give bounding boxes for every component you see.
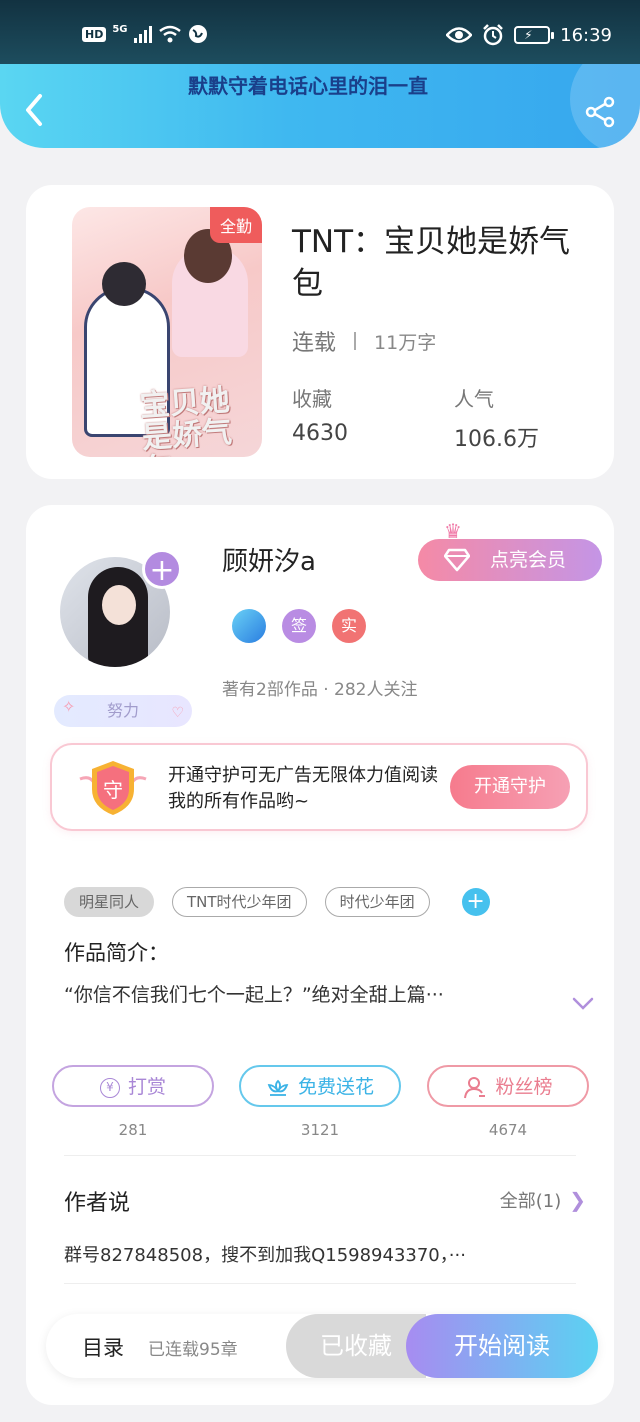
fans-count: 4674 (488, 1121, 528, 1139)
user-icon (464, 1076, 486, 1098)
chevron-down-icon[interactable] (572, 997, 594, 1011)
alarm-icon (483, 24, 504, 46)
book-cover[interactable]: 宝贝她是娇气包 全勤 (72, 207, 262, 457)
author-says-text: 群号827848508，搜不到加我Q1598943370，··· (64, 1245, 466, 1266)
top-nav-bar: 默默守着电话心里的泪一直 (0, 64, 640, 148)
book-title: TNT：宝贝她是娇气包 (292, 224, 571, 302)
author-card: + 努力 顾妍汐a ♛ 点亮会员 签 实 著有2部作品 · 282人关注 守 开… (26, 505, 614, 1405)
globe-icon (188, 25, 207, 43)
divider (64, 1283, 576, 1284)
add-tag-button[interactable]: + (461, 888, 490, 916)
divider (64, 1155, 576, 1156)
fans-label: 粉丝榜 (495, 1076, 553, 1098)
hd-icon: HD (82, 26, 107, 42)
yen-icon: ¥ (99, 1077, 120, 1098)
all-label: 全部(1) (499, 1191, 562, 1212)
toc-button[interactable]: 目录 (82, 1332, 124, 1362)
eye-icon (446, 27, 473, 43)
status-right: ⚡ 16:39 (446, 24, 612, 46)
tag-chip[interactable]: TNT时代少年团 (172, 887, 307, 917)
author-badges: 签 实 (232, 609, 366, 643)
chevron-right-icon: ❯ (569, 1188, 586, 1212)
flower-icon (267, 1079, 289, 1096)
popularity-label: 人气 (454, 387, 494, 411)
serial-status: 连载 (292, 331, 337, 356)
battery-icon: ⚡ (514, 26, 555, 44)
guard-promo: 守 开通守护可无广告无限体力值阅读我的所有作品哟~ 开通守护 (50, 743, 588, 831)
vip-button[interactable]: 点亮会员 (418, 539, 602, 581)
tip-label: 打赏 (127, 1076, 166, 1098)
intro-label: 作品简介： (64, 941, 169, 965)
tip-button[interactable]: ¥ 打赏 (52, 1065, 214, 1107)
guard-description: 开通守护可无广告无限体力值阅读我的所有作品哟~ (168, 765, 438, 812)
level-badge-icon (232, 609, 266, 643)
intro-text: “你信不信我们七个一起上？”绝对全甜上篇··· (64, 984, 444, 1006)
chapter-count: 已连载95章 (148, 1340, 238, 1360)
marquee-title: 默默守着电话心里的泪一直 (188, 74, 428, 98)
verified-badge: 实 (332, 609, 366, 643)
follow-plus-button[interactable]: + (142, 549, 182, 589)
full-attendance-tag: 全勤 (209, 207, 262, 243)
guard-shield-icon: 守 (79, 761, 147, 815)
diamond-icon (444, 548, 470, 572)
tag-chip[interactable]: 明星同人 (64, 887, 155, 917)
tip-count: 281 (118, 1121, 148, 1139)
meta-divider (354, 332, 357, 350)
signed-badge: 签 (282, 609, 316, 643)
bottom-action-bar: 目录 已连载95章 已收藏 开始阅读 (46, 1314, 598, 1378)
book-info-card: 宝贝她是娇气包 全勤 TNT：宝贝她是娇气包 连载 11万字 收藏 4630 人… (26, 185, 614, 479)
fan-rank-button[interactable]: 粉丝榜 (427, 1065, 589, 1107)
word-count: 11万字 (374, 331, 437, 354)
wifi-icon (158, 25, 181, 43)
cover-figure (102, 262, 146, 306)
cover-title: 宝贝她是娇气包 (138, 382, 234, 457)
flower-count: 3121 (300, 1121, 340, 1139)
tag-chip[interactable]: 时代少年团 (324, 887, 430, 917)
author-says-label: 作者说 (64, 1191, 131, 1216)
favorites-value: 4630 (292, 421, 348, 446)
author-stats: 著有2部作品 · 282人关注 (222, 680, 418, 700)
action-row: ¥ 打赏 281 免费送花 3121 粉丝榜 4674 (52, 1065, 590, 1141)
avatar-figure (102, 585, 136, 625)
effort-badge: 努力 (54, 691, 192, 729)
author-name[interactable]: 顾妍汐a (222, 541, 316, 578)
status-left: HD 5G (82, 24, 208, 44)
free-flower-button[interactable]: 免费送花 (239, 1065, 401, 1107)
guard-icon-text: 守 (103, 778, 123, 802)
collected-button[interactable]: 已收藏 (286, 1314, 426, 1378)
author-says-all-link[interactable]: 全部(1) ❯ (500, 1187, 586, 1213)
open-guard-button[interactable]: 开通守护 (450, 765, 570, 809)
network-type: 5G (112, 24, 128, 35)
signal-icon (133, 25, 152, 43)
book-meta: 连载 11万字 (292, 325, 436, 357)
clock: 16:39 (560, 24, 612, 46)
tag-list: 明星同人 TNT时代少年团 时代少年团 + (64, 887, 490, 917)
start-reading-button[interactable]: 开始阅读 (406, 1314, 598, 1378)
popularity-value: 106.6万 (454, 427, 539, 452)
favorites-label: 收藏 (292, 387, 332, 411)
status-bar: HD 5G ⚡ 16:39 (0, 0, 640, 64)
flower-label: 免费送花 (297, 1076, 374, 1098)
vip-button-label: 点亮会员 (490, 549, 567, 571)
share-icon[interactable] (584, 96, 616, 128)
back-icon[interactable] (20, 92, 50, 128)
